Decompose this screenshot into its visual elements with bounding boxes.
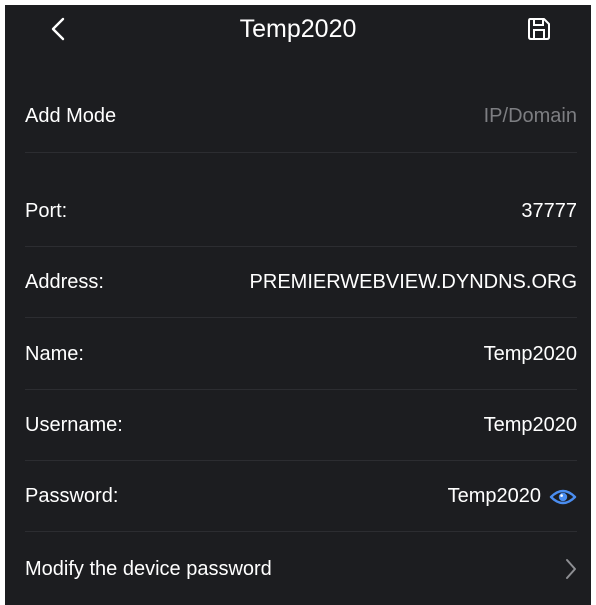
username-label: Username: [25, 414, 123, 436]
address-value[interactable]: PREMIERWEBVIEW.DYNDNS.ORG [250, 271, 577, 294]
address-row[interactable]: Address: PREMIERWEBVIEW.DYNDNS.ORG [25, 247, 577, 318]
name-label: Name: [25, 342, 84, 365]
chevron-right-icon [565, 558, 577, 580]
add-mode-value: IP/Domain [483, 105, 577, 127]
port-label: Port: [25, 200, 68, 222]
password-label: Password: [25, 485, 119, 507]
save-icon [528, 18, 550, 40]
device-settings-screen: Temp2020 Add Mode IP/Domain Port: 37777 … [5, 5, 591, 605]
add-mode-label: Add Mode [25, 105, 117, 127]
page-title: Temp2020 [239, 15, 357, 43]
port-row[interactable]: Port: 37777 [25, 176, 577, 247]
header-bar: Temp2020 [5, 5, 591, 53]
password-row[interactable]: Password: Temp2020 [25, 461, 577, 532]
name-row[interactable]: Name: Temp2020 [25, 318, 577, 390]
modify-password-chevron [565, 558, 577, 580]
eye-icon[interactable] [549, 487, 577, 507]
save-button[interactable] [523, 13, 555, 45]
add-mode-row[interactable]: Add Mode IP/Domain [25, 80, 577, 153]
password-value[interactable]: Temp2020 [448, 485, 541, 508]
name-value[interactable]: Temp2020 [484, 343, 577, 366]
modify-password-row[interactable]: Modify the device password [25, 533, 577, 605]
port-value[interactable]: 37777 [521, 200, 577, 223]
modify-password-label: Modify the device password [25, 557, 272, 580]
password-value-group: Temp2020 [448, 485, 577, 508]
username-value[interactable]: Temp2020 [484, 414, 577, 437]
address-label: Address: [25, 271, 104, 293]
username-row[interactable]: Username: Temp2020 [25, 390, 577, 461]
